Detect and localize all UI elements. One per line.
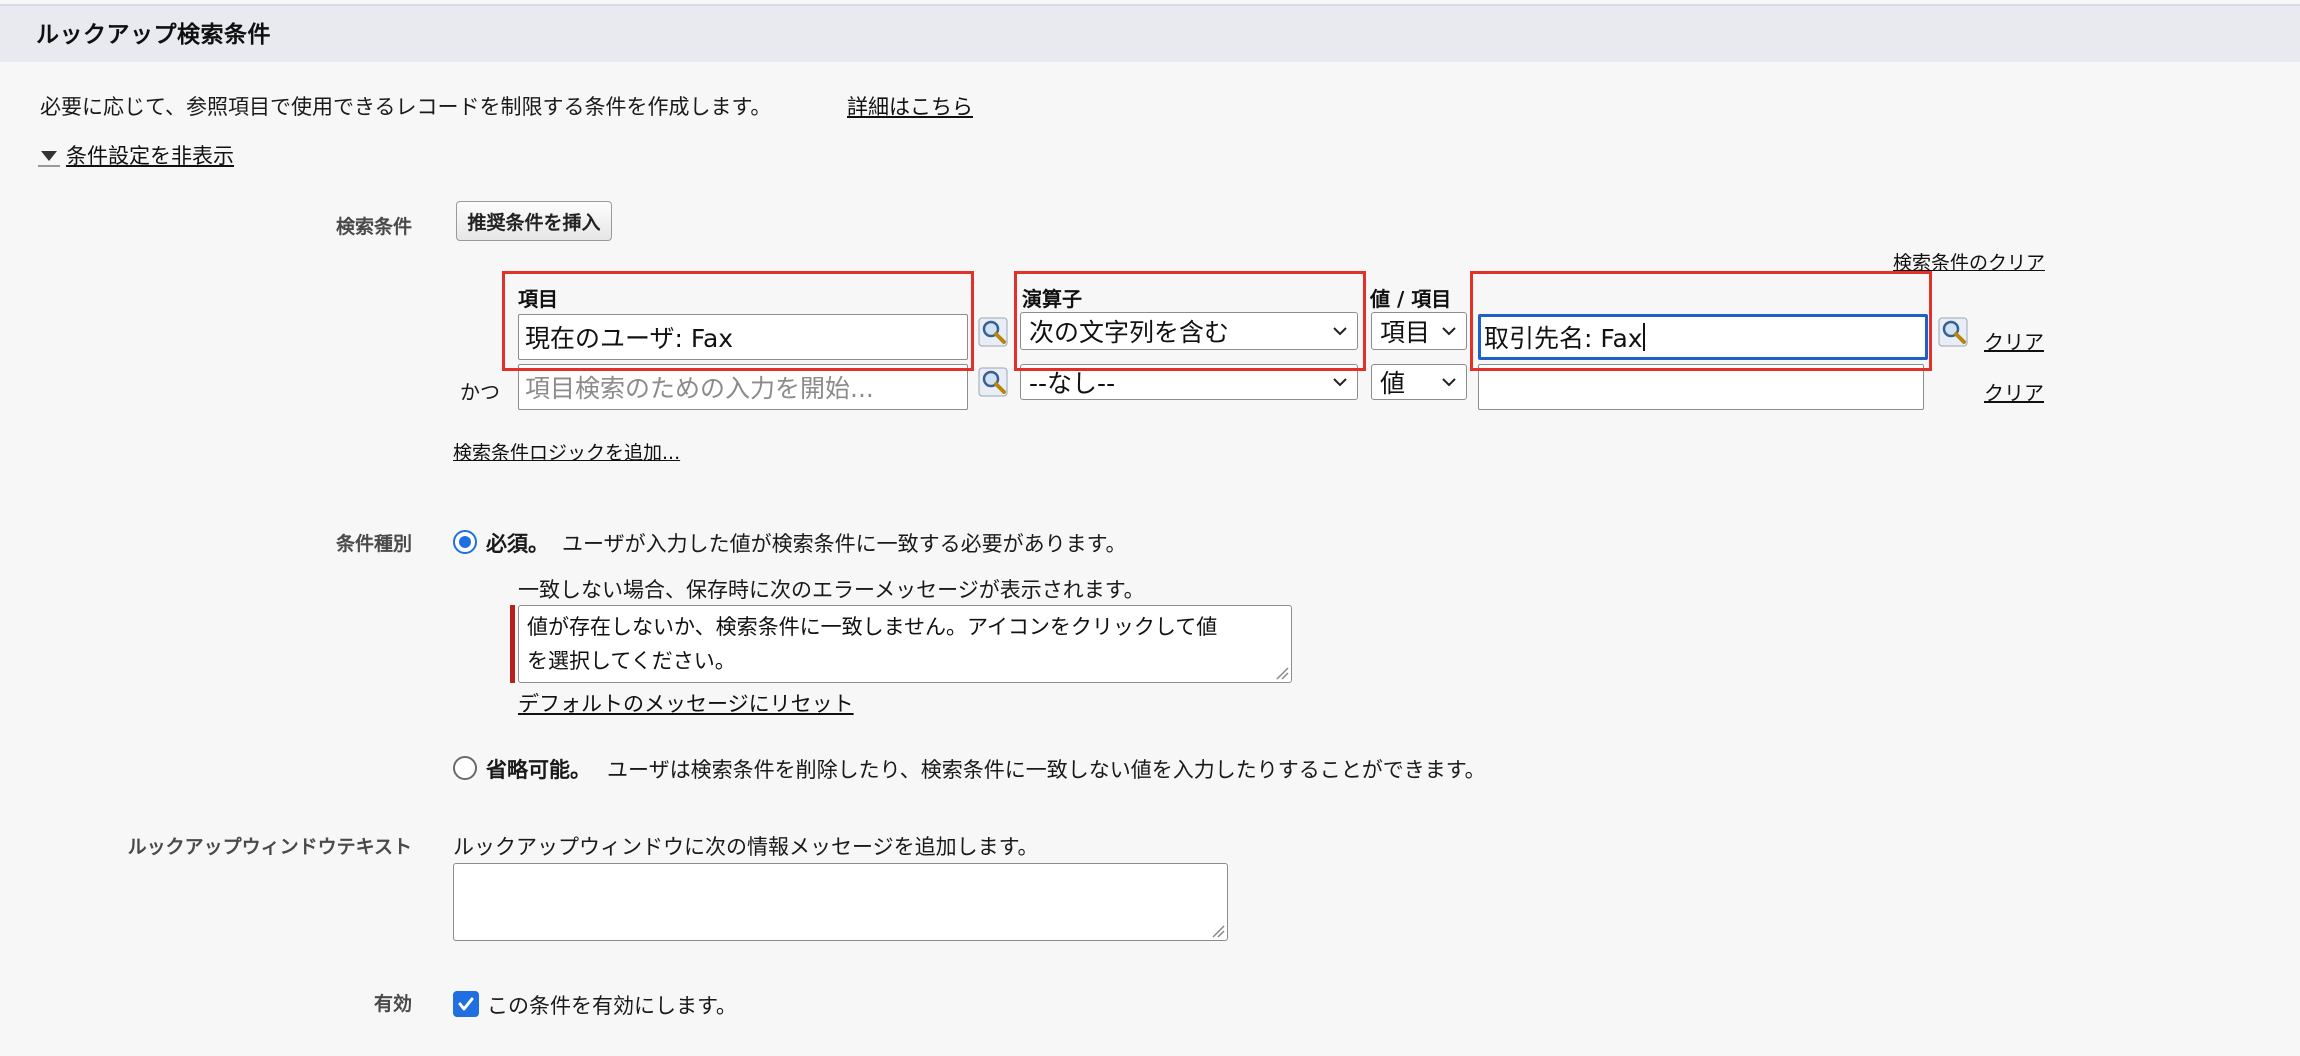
filter-row1-value-input[interactable]: 取引先名: Fax: [1478, 314, 1928, 360]
filter-row2-field-placeholder: 項目検索のための入力を開始...: [525, 374, 874, 403]
lookup-window-textarea[interactable]: [453, 863, 1228, 941]
required-radio[interactable]: [453, 530, 477, 554]
filter-criteria-label: 検索条件: [335, 216, 412, 238]
filter-row1-value-type-value: 項目: [1380, 318, 1431, 347]
filter-type-label: 条件種別: [335, 533, 412, 555]
filter-row1-operator-select[interactable]: 次の文字列を含む: [1020, 312, 1358, 350]
error-indicator-bar: [510, 605, 515, 683]
magnifier-icon[interactable]: [1937, 316, 1969, 352]
filter-row2-operator-value: --なし--: [1029, 369, 1116, 398]
filter-row1-operator-value: 次の文字列を含む: [1029, 318, 1230, 347]
toggle-filter-settings-link[interactable]: 条件設定を非表示: [66, 140, 234, 170]
chevron-down-icon: [1442, 378, 1456, 387]
filter-row2-value-input[interactable]: [1478, 364, 1924, 410]
chevron-down-icon: [1333, 327, 1347, 336]
filter-row1-clear-link[interactable]: クリア: [1984, 326, 2044, 355]
filter-row2-field-input[interactable]: 項目検索のための入力を開始...: [518, 364, 968, 410]
filter-row1-value-text: 取引先名: Fax: [1484, 324, 1643, 353]
filter-row2-value-type-select[interactable]: 値: [1371, 364, 1467, 400]
resize-handle-icon[interactable]: [1275, 666, 1289, 680]
optional-title: 省略可能。: [486, 758, 591, 782]
column-header-field: 項目: [518, 287, 558, 311]
filter-row2-clear-link[interactable]: クリア: [1984, 377, 2044, 406]
toggle-underline: [38, 165, 60, 167]
section-header: [0, 4, 2300, 62]
active-checkbox[interactable]: [453, 991, 479, 1017]
error-message-intro: 一致しない場合、保存時に次のエラーメッセージが表示されます。: [518, 578, 1145, 602]
required-description: ユーザが入力した値が検索条件に一致する必要があります。: [562, 532, 1127, 556]
column-header-value: 値 / 項目: [1370, 287, 1452, 311]
intro-text: 必要に応じて、参照項目で使用できるレコードを制限する条件を作成します。: [40, 95, 772, 119]
optional-radio[interactable]: [453, 756, 477, 780]
filter-row2-connector: かつ: [460, 380, 500, 404]
text-cursor: [1642, 323, 1645, 351]
chevron-down-icon: [1442, 327, 1456, 336]
required-title: 必須。: [486, 532, 549, 556]
filter-row2-value-type-value: 値: [1380, 369, 1406, 398]
optional-description: ユーザは検索条件を削除したり、検索条件に一致しない値を入力したりすることができま…: [607, 758, 1486, 782]
filter-row2-operator-select[interactable]: --なし--: [1020, 364, 1358, 400]
error-message-line1: 値が存在しないか、検索条件に一致しません。アイコンをクリックして値: [527, 615, 1218, 639]
filter-row1-field-value: 現在のユーザ: Fax: [525, 324, 734, 353]
error-message-textarea[interactable]: 値が存在しないか、検索条件に一致しません。アイコンをクリックして値 を選択してく…: [518, 605, 1292, 683]
details-link[interactable]: 詳細はこちら: [847, 91, 973, 121]
lookup-window-description: ルックアップウィンドウに次の情報メッセージを追加します。: [453, 835, 1039, 859]
filter-row1-value-type-select[interactable]: 項目: [1371, 312, 1467, 350]
filter-row1-field-input[interactable]: 現在のユーザ: Fax: [518, 314, 968, 360]
active-label: 有効: [373, 993, 412, 1015]
add-filter-logic-link[interactable]: 検索条件ロジックを追加...: [453, 438, 680, 465]
insert-suggested-criteria-button[interactable]: 推奨条件を挿入: [456, 201, 612, 241]
active-checkbox-label: この条件を有効にします。: [487, 994, 737, 1018]
triangle-down-icon[interactable]: [40, 148, 58, 162]
magnifier-icon[interactable]: [977, 366, 1009, 402]
column-header-operator: 演算子: [1022, 287, 1082, 311]
chevron-down-icon: [1333, 378, 1347, 387]
lookup-window-text-label: ルックアップウィンドウテキスト: [127, 836, 412, 858]
resize-handle-icon[interactable]: [1211, 924, 1225, 938]
magnifier-icon[interactable]: [977, 316, 1009, 352]
reset-default-message-link[interactable]: デフォルトのメッセージにリセット: [518, 688, 854, 718]
error-message-line2: を選択してください。: [527, 649, 736, 673]
checkmark-icon: [458, 997, 474, 1011]
section-title: ルックアップ検索条件: [36, 22, 271, 48]
clear-filter-criteria-link[interactable]: 検索条件のクリア: [1893, 248, 2045, 275]
